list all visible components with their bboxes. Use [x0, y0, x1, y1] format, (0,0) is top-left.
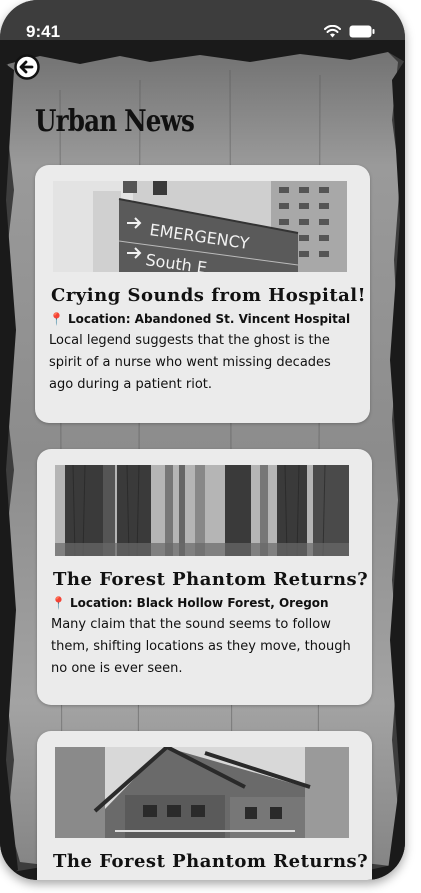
card-location: 📍 Location: Abandoned St. Vincent Hospita… — [49, 312, 350, 326]
page-title: Urban News — [35, 104, 195, 139]
card-title: Crying Sounds from Hospital! — [51, 285, 367, 306]
card-description: Local legend suggests that the ghost is … — [49, 333, 331, 392]
forest-image — [55, 465, 349, 556]
status-bar: 9:41 — [0, 0, 405, 50]
status-icons — [324, 25, 375, 38]
news-card[interactable]: EMERGENCY South E Crying Sounds from Hos… — [35, 165, 370, 423]
wifi-icon — [324, 25, 341, 38]
hospital-image: EMERGENCY South E — [53, 181, 347, 272]
cabin-image — [55, 747, 349, 838]
map-pin-icon: 📍 — [49, 312, 64, 326]
news-card[interactable]: The Forest Phantom Returns? — [37, 731, 372, 880]
back-arrow-icon[interactable] — [14, 54, 40, 80]
card-title: The Forest Phantom Returns? — [53, 569, 369, 590]
location-text: Location: Abandoned St. Vincent Hospital — [67, 312, 351, 326]
card-description: Many claim that the sound seems to follo… — [51, 617, 351, 676]
news-card[interactable]: The Forest Phantom Returns? 📍 Location: B… — [37, 449, 372, 705]
phone-screen: 9:41 Urban News EMERGENCY South E Crying… — [0, 0, 405, 880]
card-title: The Forest Phantom Returns? — [53, 851, 369, 872]
location-text: Location: Black Hollow Forest, Oregon — [69, 596, 329, 610]
card-location: 📍 Location: Black Hollow Forest, Oregon — [51, 596, 329, 610]
status-time: 9:41 — [26, 22, 61, 41]
map-pin-icon: 📍 — [51, 596, 66, 610]
battery-icon — [349, 25, 375, 38]
